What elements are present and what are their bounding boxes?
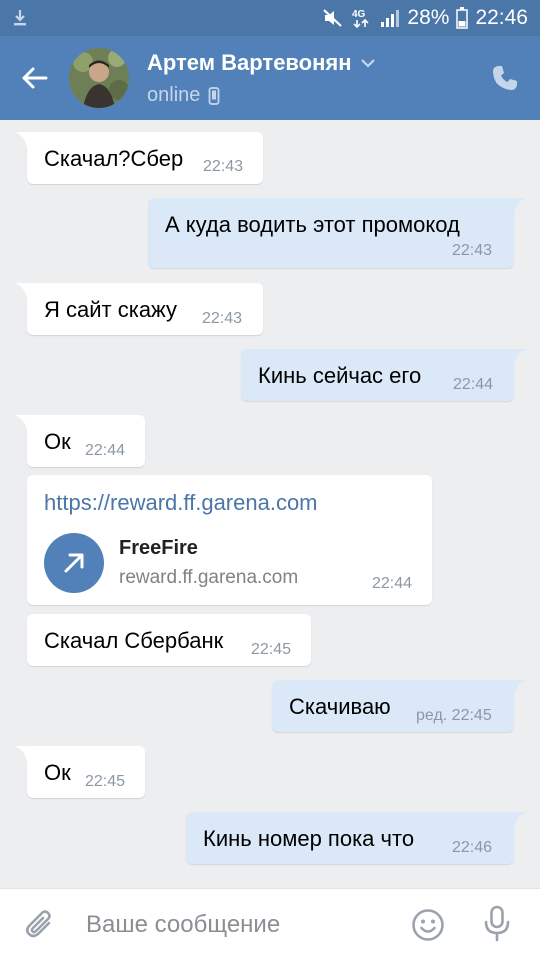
message-bubble-incoming[interactable]: Скачал?Сбер 22:43 bbox=[15, 132, 263, 184]
link-preview-icon[interactable] bbox=[44, 533, 104, 593]
mute-icon bbox=[323, 9, 343, 27]
message-text: Ок bbox=[44, 760, 71, 785]
message-time: 22:44 bbox=[453, 376, 494, 393]
avatar-photo bbox=[69, 48, 129, 108]
bubble-tail bbox=[510, 680, 526, 696]
phone-icon[interactable] bbox=[490, 63, 520, 93]
avatar[interactable] bbox=[69, 48, 129, 108]
message-bubble-outgoing[interactable]: А куда водить этот промокод 22:43 bbox=[148, 198, 526, 268]
contact-name-button[interactable]: Артем Вартевонян bbox=[147, 50, 376, 76]
download-notification-icon bbox=[14, 10, 26, 26]
bubble-tail bbox=[15, 283, 31, 299]
battery-percent: 28% bbox=[407, 6, 450, 29]
message-text: А куда водить этот промокод bbox=[165, 212, 460, 237]
message-text: Скачал?Сбер bbox=[44, 146, 184, 171]
message-bubble-outgoing[interactable]: Скачиваю ред. 22:45 bbox=[272, 680, 526, 732]
bubble-tail bbox=[510, 812, 526, 828]
message-list[interactable]: Скачал?Сбер 22:43 А куда водить этот про… bbox=[0, 120, 540, 888]
message-composer bbox=[0, 888, 540, 960]
message-time: 22:44 bbox=[85, 442, 126, 459]
chevron-down-icon bbox=[360, 59, 375, 68]
battery-icon bbox=[456, 7, 469, 29]
message-text: Скачиваю bbox=[289, 694, 391, 719]
paperclip-icon[interactable] bbox=[22, 907, 58, 943]
message-time: 22:43 bbox=[452, 242, 493, 259]
contact-status: online bbox=[147, 84, 376, 107]
network-4g-icon: 4G bbox=[352, 9, 369, 29]
message-link[interactable]: https://reward.ff.garena.com bbox=[44, 490, 318, 516]
message-bubble-outgoing[interactable]: Кинь номер пока что 22:46 bbox=[186, 812, 526, 864]
smiley-icon[interactable] bbox=[411, 908, 445, 942]
link-preview-domain: reward.ff.garena.com bbox=[119, 567, 299, 588]
bubble-tail bbox=[510, 198, 526, 214]
svg-text:4G: 4G bbox=[352, 9, 366, 20]
message-input[interactable] bbox=[86, 907, 386, 943]
contact-name: Артем Вартевонян bbox=[147, 50, 352, 75]
mobile-phone-icon bbox=[208, 86, 220, 105]
chat-header: Артем Вартевонян online bbox=[0, 36, 540, 120]
signal-icon bbox=[381, 10, 400, 27]
message-bubble-outgoing[interactable]: Кинь сейчас его 22:44 bbox=[241, 349, 526, 401]
bubble-tail bbox=[15, 132, 31, 148]
link-preview-title[interactable]: FreeFire bbox=[119, 537, 198, 560]
arrow-up-right-icon bbox=[64, 553, 84, 573]
bubble-tail bbox=[15, 415, 31, 431]
message-text: Я сайт скажу bbox=[44, 297, 178, 322]
status-time: 22:46 bbox=[475, 6, 528, 29]
message-bubble-incoming[interactable]: Скачал Сбербанк 22:45 bbox=[27, 614, 311, 666]
link-message-bubble[interactable]: https://reward.ff.garena.com FreeFire re… bbox=[27, 475, 432, 605]
message-bubble-incoming[interactable]: Ок 22:45 bbox=[15, 746, 145, 798]
message-time: 22:45 bbox=[251, 641, 292, 658]
message-time: 22:43 bbox=[203, 158, 244, 175]
message-time: 22:45 bbox=[85, 773, 126, 790]
message-bubble-incoming[interactable]: Ок 22:44 bbox=[15, 415, 145, 467]
message-text: Ок bbox=[44, 429, 71, 454]
message-text: Кинь сейчас его bbox=[258, 363, 422, 388]
bubble-tail bbox=[510, 349, 526, 365]
message-time: ред. 22:45 bbox=[416, 707, 492, 724]
message-time: 22:46 bbox=[452, 839, 493, 856]
back-button[interactable] bbox=[16, 60, 52, 96]
microphone-icon[interactable] bbox=[482, 905, 512, 943]
arrow-left-icon bbox=[22, 67, 48, 89]
message-bubble-incoming[interactable]: Я сайт скажу 22:43 bbox=[15, 283, 263, 335]
bubble-tail bbox=[15, 746, 31, 762]
status-text: online bbox=[147, 84, 201, 106]
message-time: 22:43 bbox=[202, 310, 243, 327]
status-bar: 4G 28% 22:46 bbox=[0, 0, 540, 36]
message-time: 22:44 bbox=[372, 575, 413, 592]
message-text: Кинь номер пока что bbox=[203, 826, 415, 851]
message-text: Скачал Сбербанк bbox=[44, 628, 224, 653]
